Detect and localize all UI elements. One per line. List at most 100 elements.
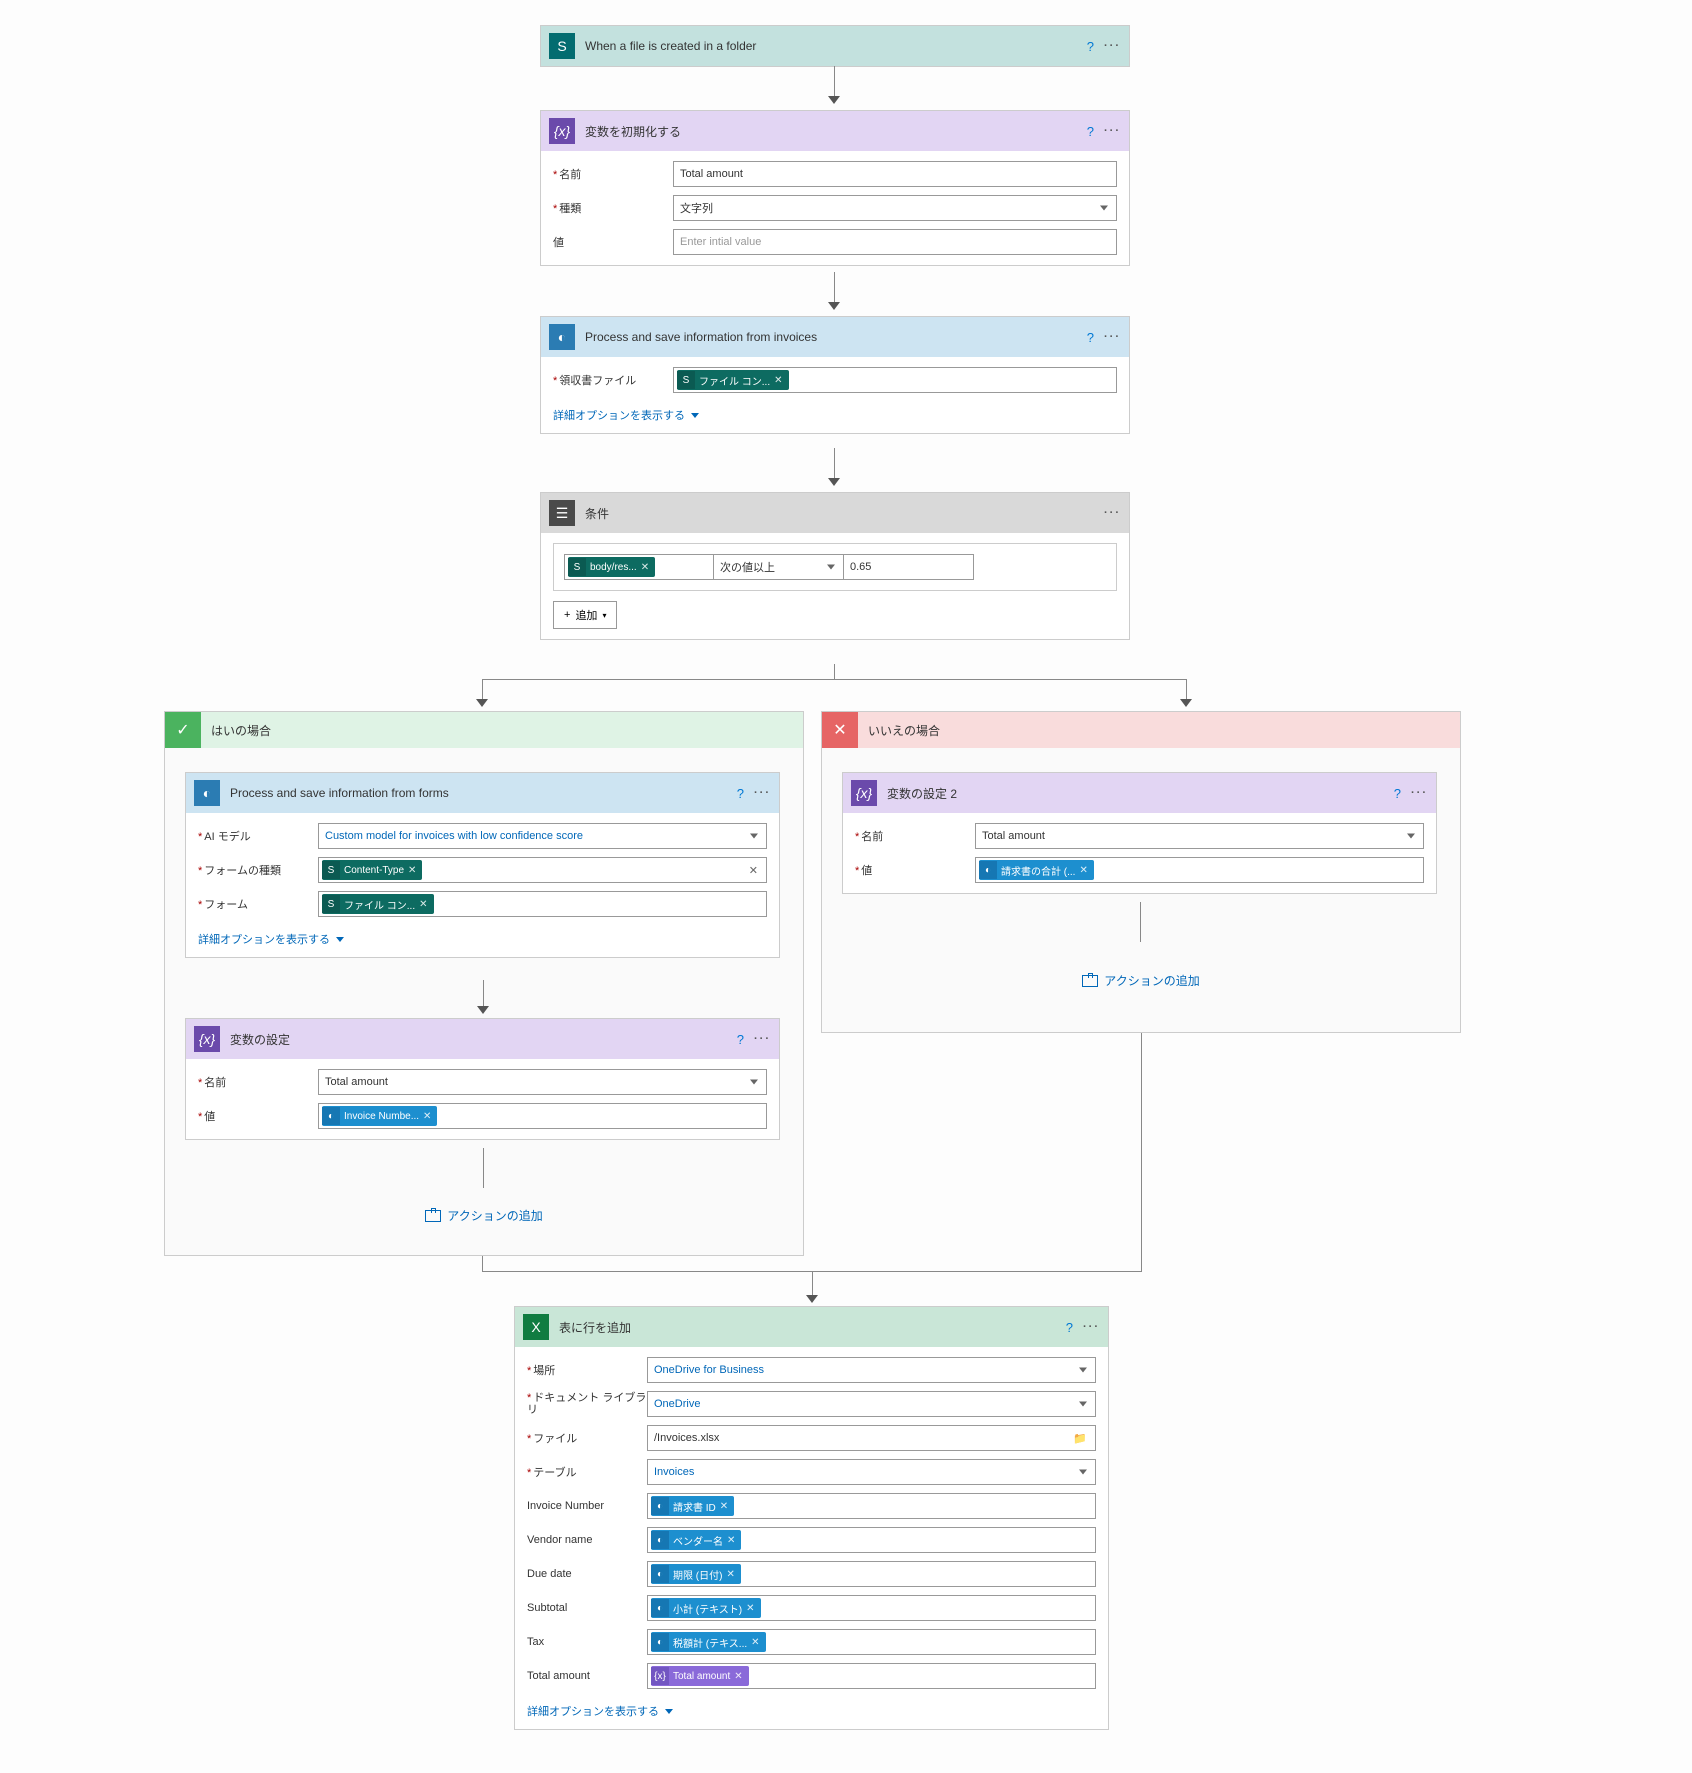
column-input[interactable]: ◐小計 (テキスト)✕ <box>647 1595 1096 1621</box>
condition-operator-select[interactable]: 次の値以上 <box>714 554 844 580</box>
content-type-token[interactable]: SContent-Type✕ <box>322 860 422 880</box>
variable-icon: {x} <box>549 118 575 144</box>
trigger-card[interactable]: S When a file is created in a folder ? ·… <box>540 25 1130 67</box>
variable-icon: {x} <box>851 780 877 806</box>
menu-icon[interactable]: ··· <box>1104 507 1121 519</box>
dynamic-token[interactable]: {x}Total amount✕ <box>651 1666 749 1686</box>
no-title: いいえの場合 <box>868 722 940 739</box>
condition-title: 条件 <box>585 505 1104 522</box>
dynamic-token[interactable]: ◐ベンダー名✕ <box>651 1530 741 1550</box>
invoice-total-token[interactable]: ◐請求書の合計 (...✕ <box>979 860 1094 880</box>
library-select[interactable]: OneDrive <box>647 1391 1096 1417</box>
help-icon[interactable]: ? <box>1066 1320 1073 1335</box>
value-input[interactable]: ◐Invoice Numbe...✕ <box>318 1103 767 1129</box>
aibuilder-icon: ◐ <box>549 324 575 350</box>
show-advanced-link[interactable]: 詳細オプションを表示する <box>553 407 699 423</box>
process-forms-card[interactable]: ◐ Process and save information from form… <box>185 772 780 958</box>
arrow-icon <box>806 1295 818 1303</box>
dynamic-token[interactable]: ◐期限 (日付)✕ <box>651 1564 741 1584</box>
menu-icon[interactable]: ··· <box>1083 1321 1100 1333</box>
close-icon: ✕ <box>822 712 858 748</box>
type-select[interactable]: 文字列 <box>673 195 1117 221</box>
set-variable-2-card[interactable]: {x} 変数の設定 2 ? ··· 名前Total amount 値 ◐請求書の… <box>842 772 1437 894</box>
column-input[interactable]: ◐請求書 ID✕ <box>647 1493 1096 1519</box>
menu-icon[interactable]: ··· <box>1104 40 1121 52</box>
column-input[interactable]: ◐税額計 (テキス...✕ <box>647 1629 1096 1655</box>
body-res-token[interactable]: Sbody/res...✕ <box>568 557 655 577</box>
name-input[interactable]: Total amount <box>673 161 1117 187</box>
name-select[interactable]: Total amount <box>975 823 1424 849</box>
add-condition-button[interactable]: + 追加 ▾ <box>553 601 617 629</box>
show-advanced-link[interactable]: 詳細オプションを表示する <box>527 1703 673 1719</box>
help-icon[interactable]: ? <box>1087 124 1094 139</box>
check-icon: ✓ <box>165 712 201 748</box>
help-icon[interactable]: ? <box>1087 330 1094 345</box>
file-label: ファイル <box>527 1430 647 1446</box>
menu-icon[interactable]: ··· <box>1104 331 1121 343</box>
init-variable-title: 変数を初期化する <box>585 123 1087 140</box>
table-select[interactable]: Invoices <box>647 1459 1096 1485</box>
connector <box>482 679 1186 680</box>
condition-card[interactable]: ☰ 条件 ··· Sbody/res...✕ 次の値以上 0.65 + 追加 ▾ <box>540 492 1130 640</box>
process-forms-title: Process and save information from forms <box>230 786 737 800</box>
name-select[interactable]: Total amount <box>318 1069 767 1095</box>
model-label: AI モデル <box>198 828 318 844</box>
yes-branch: ✓ はいの場合 ◐ Process and save information f… <box>164 711 804 1256</box>
location-label: 場所 <box>527 1362 647 1378</box>
menu-icon[interactable]: ··· <box>754 1033 771 1045</box>
menu-icon[interactable]: ··· <box>1104 125 1121 137</box>
init-variable-card[interactable]: {x} 変数を初期化する ? ··· 名前Total amount 種類文字列 … <box>540 110 1130 266</box>
set-variable-2-title: 変数の設定 2 <box>887 785 1394 802</box>
sharepoint-icon: S <box>549 33 575 59</box>
add-action-button[interactable]: アクションの追加 <box>1082 972 1199 989</box>
help-icon[interactable]: ? <box>737 786 744 801</box>
set-variable-card[interactable]: {x} 変数の設定 ? ··· 名前Total amount 値 ◐Invoic… <box>185 1018 780 1140</box>
yes-title: はいの場合 <box>211 722 271 739</box>
value-input[interactable]: Enter intial value <box>673 229 1117 255</box>
model-select[interactable]: Custom model for invoices with low confi… <box>318 823 767 849</box>
column-label: Due date <box>527 1568 647 1580</box>
library-label: ドキュメント ライブラリ <box>527 1392 647 1416</box>
condition-left-input[interactable]: Sbody/res...✕ <box>564 554 714 580</box>
excel-title: 表に行を追加 <box>559 1319 1066 1336</box>
process-invoices-card[interactable]: ◐ Process and save information from invo… <box>540 316 1130 434</box>
formtype-label: フォームの種類 <box>198 862 318 878</box>
file-input[interactable]: /Invoices.xlsx📁 <box>647 1425 1096 1451</box>
clear-icon[interactable]: ✕ <box>749 864 758 877</box>
help-icon[interactable]: ? <box>1394 786 1401 801</box>
show-advanced-link[interactable]: 詳細オプションを表示する <box>198 931 344 947</box>
value-input[interactable]: ◐請求書の合計 (...✕ <box>975 857 1424 883</box>
arrow-icon <box>828 302 840 310</box>
condition-right-input[interactable]: 0.65 <box>844 554 974 580</box>
column-input[interactable]: ◐ベンダー名✕ <box>647 1527 1096 1553</box>
set-variable-title: 変数の設定 <box>230 1031 737 1048</box>
name-label: 名前 <box>855 828 975 844</box>
add-action-button[interactable]: アクションの追加 <box>425 1207 542 1224</box>
column-label: Vendor name <box>527 1534 647 1546</box>
arrow-icon <box>477 1006 489 1014</box>
excel-icon: X <box>523 1314 549 1340</box>
dynamic-token[interactable]: ◐小計 (テキスト)✕ <box>651 1598 761 1618</box>
help-icon[interactable]: ? <box>1087 39 1094 54</box>
arrow-icon <box>476 699 488 707</box>
menu-icon[interactable]: ··· <box>754 787 771 799</box>
form-input[interactable]: Sファイル コン...✕ <box>318 891 767 917</box>
folder-icon[interactable]: 📁 <box>1073 1432 1087 1445</box>
formtype-input[interactable]: SContent-Type✕ ✕ <box>318 857 767 883</box>
dynamic-token[interactable]: ◐請求書 ID✕ <box>651 1496 734 1516</box>
name-label: 名前 <box>198 1074 318 1090</box>
file-input[interactable]: Sファイル コン...✕ <box>673 367 1117 393</box>
column-input[interactable]: ◐期限 (日付)✕ <box>647 1561 1096 1587</box>
excel-add-row-card[interactable]: X 表に行を追加 ? ··· 場所OneDrive for Business ド… <box>514 1306 1109 1730</box>
help-icon[interactable]: ? <box>737 1032 744 1047</box>
location-select[interactable]: OneDrive for Business <box>647 1357 1096 1383</box>
column-label: Subtotal <box>527 1602 647 1614</box>
menu-icon[interactable]: ··· <box>1411 787 1428 799</box>
type-label: 種類 <box>553 200 673 216</box>
column-input[interactable]: {x}Total amount✕ <box>647 1663 1096 1689</box>
file-content-token[interactable]: Sファイル コン...✕ <box>677 370 789 390</box>
table-label: テーブル <box>527 1464 647 1480</box>
dynamic-token[interactable]: ◐税額計 (テキス...✕ <box>651 1632 766 1652</box>
file-content-token[interactable]: Sファイル コン...✕ <box>322 894 434 914</box>
invoice-number-token[interactable]: ◐Invoice Numbe...✕ <box>322 1106 437 1126</box>
